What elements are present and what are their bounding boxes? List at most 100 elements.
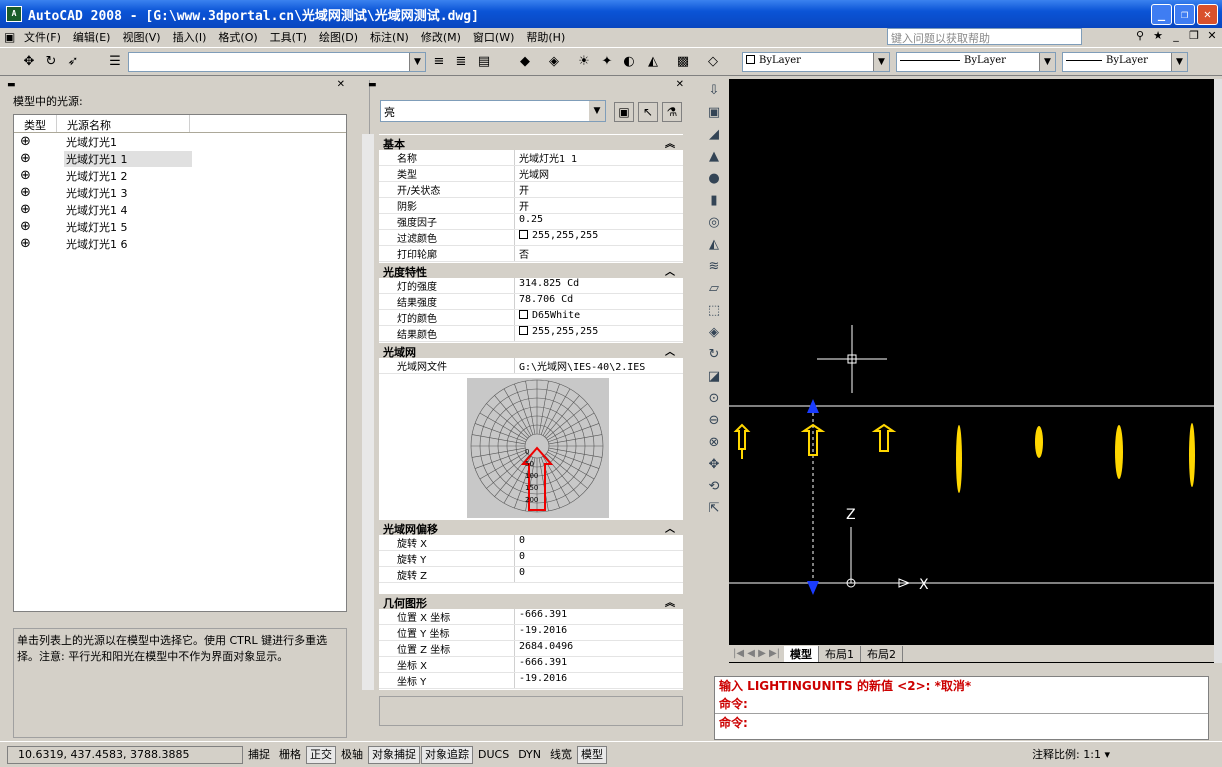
- environment-icon[interactable]: ◐: [620, 53, 638, 71]
- property-value[interactable]: 开: [515, 198, 683, 213]
- cylinder-icon[interactable]: ●: [702, 168, 726, 190]
- section-web_offset[interactable]: 光域网偏移 ︿: [379, 519, 683, 536]
- property-row[interactable]: 结果强度 78.706 Cd: [379, 294, 683, 310]
- presspull-icon[interactable]: ⬚: [702, 300, 726, 322]
- menu-item-0[interactable]: 文件(F): [18, 29, 67, 45]
- collapse-chevron-icon[interactable]: ︿: [665, 263, 675, 278]
- select-objects-icon[interactable]: ↖: [638, 102, 658, 122]
- property-row[interactable]: 灯的颜色 D65White: [379, 310, 683, 326]
- close-button[interactable]: ✕: [1197, 4, 1218, 25]
- revolve-icon[interactable]: ↻: [702, 344, 726, 366]
- property-row[interactable]: 坐标 Y -19.2016: [379, 673, 683, 689]
- status-toggle-8[interactable]: 线宽: [546, 746, 576, 764]
- spotlight-icon[interactable]: ◭: [644, 53, 662, 71]
- weblight-glyph-4[interactable]: [1035, 426, 1043, 458]
- property-value[interactable]: G:\光域网\IES-40\2.IES: [515, 358, 683, 373]
- section-basic[interactable]: 基本 ︽: [379, 134, 683, 151]
- help-search-input[interactable]: 键入问题以获取帮助: [887, 28, 1082, 45]
- property-value[interactable]: -19.2016: [515, 673, 683, 688]
- property-row[interactable]: 阴影开: [379, 198, 683, 214]
- property-value[interactable]: 光域灯光1 1: [515, 150, 683, 165]
- light-list-row[interactable]: ⊕ 光域灯光1 2: [14, 167, 346, 184]
- light-icon[interactable]: ✦: [598, 53, 616, 71]
- light-list-row[interactable]: ⊕ 光域灯光1 5: [14, 218, 346, 235]
- property-row[interactable]: 强度因子 0.25: [379, 214, 683, 230]
- quick-select-icon[interactable]: ⚗: [662, 102, 682, 122]
- lights-list[interactable]: 类型 光源名称 ⊕ 光域灯光1 ⊕ 光域灯光1 1 ⊕ 光域灯光1 2 ⊕ 光域灯光1 3 ⊕ 光…: [13, 114, 347, 612]
- property-value[interactable]: 255,255,255: [515, 326, 683, 341]
- loft-icon[interactable]: ◪: [702, 366, 726, 388]
- menu-item-1[interactable]: 编辑(E): [67, 29, 117, 45]
- section-geometry[interactable]: 几何图形 ︽: [379, 593, 683, 610]
- render-window-icon[interactable]: ▩: [674, 53, 692, 71]
- property-row[interactable]: 结果颜色 255,255,255: [379, 326, 683, 342]
- layer-states-icon[interactable]: ≣: [452, 53, 470, 71]
- layout-tab-2[interactable]: 布局2: [861, 645, 904, 662]
- property-row[interactable]: 名称 光域灯光1 1: [379, 150, 683, 166]
- section-web[interactable]: 光域网 ︿: [379, 342, 683, 359]
- collapse-chevron-icon[interactable]: ︿: [665, 343, 675, 358]
- status-toggle-1[interactable]: 栅格: [275, 746, 305, 764]
- helix-icon[interactable]: ◭: [702, 234, 726, 256]
- property-row[interactable]: 打印轮廓否: [379, 246, 683, 262]
- sun-icon[interactable]: ☀: [575, 53, 593, 71]
- property-row[interactable]: 旋转 Y0: [379, 551, 683, 567]
- menu-item-8[interactable]: 修改(M): [415, 29, 467, 45]
- property-value[interactable]: 0: [515, 535, 683, 550]
- menu-item-9[interactable]: 窗口(W): [467, 29, 520, 45]
- doc-minimize-button[interactable]: _: [1168, 28, 1184, 44]
- 3d-rotate-icon[interactable]: ⟲: [702, 476, 726, 498]
- weblight-glyph-2[interactable]: [871, 423, 897, 452]
- menu-item-4[interactable]: 格式(O): [212, 29, 263, 45]
- menu-item-6[interactable]: 绘图(D): [313, 29, 364, 45]
- weblight-glyph-5[interactable]: [1115, 425, 1123, 479]
- drawing-vertical-scrollbar[interactable]: [1214, 79, 1222, 663]
- property-value[interactable]: -666.391: [515, 609, 683, 624]
- collapse-chevron-icon[interactable]: ︽: [665, 594, 675, 609]
- selection-combo[interactable]: 亮 ▼: [380, 100, 606, 122]
- 3d-move-icon[interactable]: ✥: [702, 454, 726, 476]
- annotation-scale[interactable]: 注释比例: 1:1 ▾: [1032, 746, 1110, 762]
- walk-icon[interactable]: ➶: [64, 53, 82, 71]
- cone-icon[interactable]: ◢: [702, 124, 726, 146]
- property-value[interactable]: -666.391: [515, 657, 683, 672]
- property-row[interactable]: 位置 Z 坐标 2684.0496: [379, 641, 683, 657]
- property-row[interactable]: 旋转 X0: [379, 535, 683, 551]
- column-type[interactable]: 类型: [14, 115, 57, 132]
- orbit-icon[interactable]: ↻: [42, 53, 60, 71]
- palette-grip-icon[interactable]: ▬: [368, 80, 377, 90]
- wedge-icon[interactable]: ▣: [702, 102, 726, 124]
- drawing-canvas[interactable]: Z X: [729, 79, 1214, 663]
- planar-surface-icon[interactable]: ≋: [702, 256, 726, 278]
- minimize-button[interactable]: _: [1151, 4, 1172, 25]
- 3d-align-icon[interactable]: ⇱: [702, 498, 726, 520]
- collapse-chevron-icon[interactable]: ︿: [665, 520, 675, 535]
- property-row[interactable]: 旋转 Z0: [379, 567, 683, 583]
- light-list-row[interactable]: ⊕ 光域灯光1 6: [14, 235, 346, 252]
- status-toggle-2[interactable]: 正交: [306, 745, 336, 764]
- property-row[interactable]: 开/关状态开: [379, 182, 683, 198]
- document-icon[interactable]: ▣: [0, 30, 18, 44]
- menu-item-3[interactable]: 插入(I): [167, 29, 213, 45]
- light-list-row[interactable]: ⊕ 光域灯光1: [14, 133, 346, 150]
- pan-icon[interactable]: ✥: [20, 53, 38, 71]
- restore-button[interactable]: ❐: [1174, 4, 1195, 25]
- lineweight-combo[interactable]: ByLayer ▼: [1062, 52, 1188, 72]
- property-value[interactable]: 0: [515, 567, 683, 582]
- status-toggle-9[interactable]: 模型: [577, 745, 608, 764]
- collapse-chevron-icon[interactable]: ︽: [665, 135, 675, 150]
- color-combo[interactable]: ByLayer ▼: [742, 52, 890, 72]
- weblight-glyph-6[interactable]: [1189, 423, 1195, 487]
- property-row[interactable]: 过滤颜色 255,255,255: [379, 230, 683, 246]
- property-row[interactable]: 位置 Y 坐标 -19.2016: [379, 625, 683, 641]
- property-value[interactable]: 0: [515, 551, 683, 566]
- status-toggle-6[interactable]: DUCS: [474, 746, 513, 764]
- menu-item-7[interactable]: 标注(N): [364, 29, 415, 45]
- tab-nav-arrows[interactable]: |◀ ◀ ▶ ▶|: [729, 648, 784, 659]
- linetype-combo[interactable]: ByLayer ▼: [896, 52, 1056, 72]
- property-value[interactable]: -19.2016: [515, 625, 683, 640]
- status-toggle-0[interactable]: 捕捉: [244, 746, 274, 764]
- visual-style-icon[interactable]: ◇: [704, 53, 722, 71]
- property-value[interactable]: 开: [515, 182, 683, 197]
- light-list-row[interactable]: ⊕ 光域灯光1 4: [14, 201, 346, 218]
